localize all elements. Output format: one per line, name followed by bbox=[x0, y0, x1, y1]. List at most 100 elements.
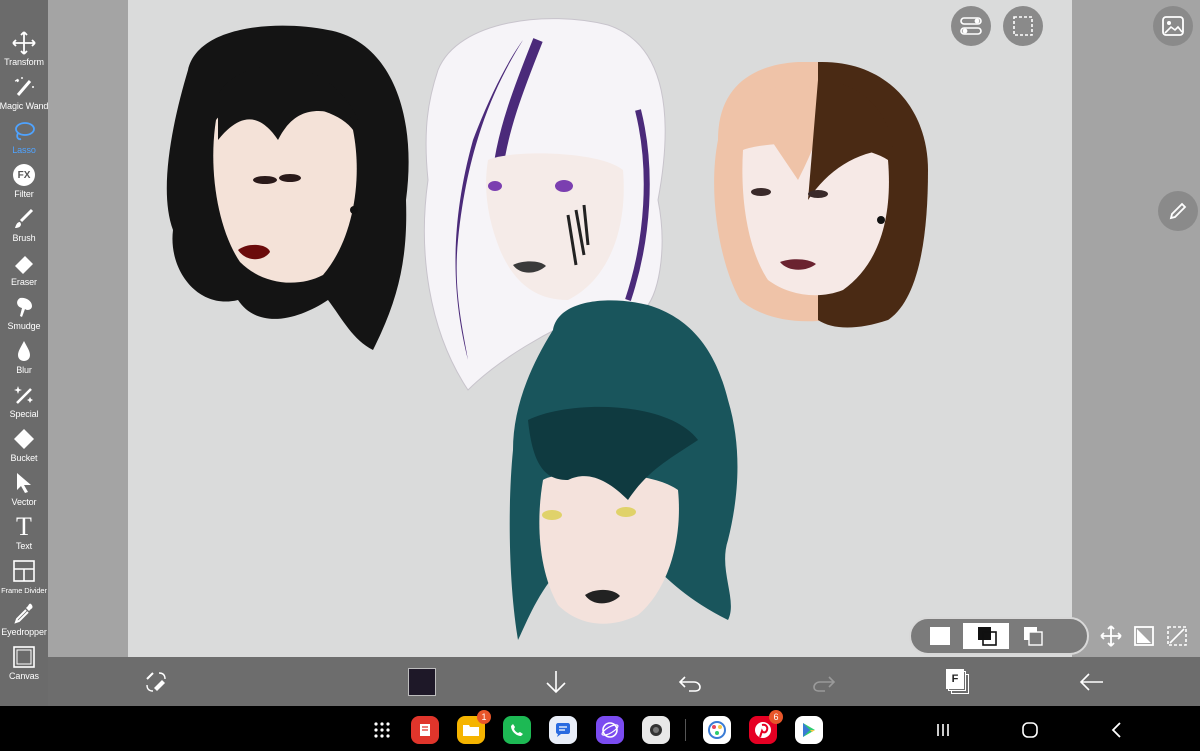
invert-selection-icon bbox=[1134, 626, 1154, 646]
tool-transform[interactable]: Transform bbox=[0, 28, 48, 72]
move-button[interactable] bbox=[1096, 621, 1126, 651]
workspace-margin-right bbox=[1072, 0, 1200, 657]
artwork bbox=[166, 18, 928, 640]
notification-badge: 1 bbox=[477, 710, 491, 724]
tool-text[interactable]: T Text bbox=[0, 512, 48, 556]
home-button[interactable] bbox=[1015, 716, 1045, 744]
tool-brush[interactable]: Brush bbox=[0, 204, 48, 248]
blur-drop-icon bbox=[11, 338, 37, 364]
left-arrow-icon bbox=[1079, 672, 1103, 691]
recent-apps-button[interactable] bbox=[928, 716, 958, 744]
smudge-icon bbox=[11, 294, 37, 320]
app-internet[interactable] bbox=[596, 716, 624, 744]
app-messages[interactable] bbox=[549, 716, 577, 744]
app-my-files[interactable]: 1 bbox=[457, 710, 491, 744]
tool-smudge[interactable]: Smudge bbox=[0, 292, 48, 336]
mode-normal-option[interactable] bbox=[917, 623, 963, 649]
tool-lasso[interactable]: Lasso bbox=[0, 116, 48, 160]
text-t-icon: T bbox=[11, 514, 37, 540]
down-arrow-icon bbox=[546, 670, 566, 693]
download-button[interactable] bbox=[540, 657, 572, 706]
drawing-canvas[interactable] bbox=[128, 0, 1072, 657]
eraser-icon bbox=[11, 250, 37, 276]
white-square-icon bbox=[930, 627, 950, 645]
cursor-arrow-icon bbox=[11, 470, 37, 496]
redo-button[interactable] bbox=[808, 657, 840, 706]
camera-icon bbox=[642, 716, 670, 744]
fx-glyph: FX bbox=[13, 164, 35, 186]
notification-badge: 6 bbox=[769, 710, 783, 724]
tool-label: Special bbox=[9, 409, 39, 419]
mode-subtract-option[interactable] bbox=[1009, 623, 1055, 649]
reference-image-button[interactable] bbox=[1153, 6, 1193, 46]
clear-selection-icon bbox=[1167, 626, 1187, 646]
current-color-button[interactable] bbox=[406, 657, 438, 706]
swap-brush-eraser-icon bbox=[146, 671, 166, 692]
tool-bucket[interactable]: Bucket bbox=[0, 424, 48, 468]
tool-label: Eyedropper bbox=[1, 627, 47, 637]
eyedropper-icon bbox=[11, 600, 37, 626]
undo-button[interactable] bbox=[674, 657, 706, 706]
tool-label: Blur bbox=[16, 365, 32, 375]
app-ibispaint[interactable] bbox=[703, 716, 731, 744]
mode-add-option[interactable] bbox=[963, 623, 1009, 649]
app-drawer-button[interactable] bbox=[367, 716, 397, 744]
messages-icon bbox=[549, 716, 577, 744]
layer-thumbnail-glyph: F bbox=[946, 668, 964, 689]
chevron-left-icon bbox=[1111, 722, 1121, 738]
sparkle-wand-icon bbox=[11, 382, 37, 408]
invert-selection-button[interactable] bbox=[1129, 621, 1159, 651]
undo-icon bbox=[678, 675, 701, 692]
back-button[interactable] bbox=[1076, 657, 1108, 706]
dashed-selection-icon bbox=[1013, 16, 1033, 36]
app-samsung-notes[interactable] bbox=[411, 716, 439, 744]
move-arrows-icon bbox=[11, 30, 37, 56]
tool-label: Smudge bbox=[7, 321, 41, 331]
workspace-margin-left bbox=[48, 0, 128, 657]
app-camera[interactable] bbox=[642, 716, 670, 744]
tool-vector[interactable]: Vector bbox=[0, 468, 48, 512]
app-pinterest[interactable]: 6 bbox=[749, 710, 783, 744]
brush-icon bbox=[11, 206, 37, 232]
swap-tool-button[interactable] bbox=[140, 657, 172, 706]
text-glyph: T bbox=[16, 512, 32, 541]
internet-icon bbox=[596, 716, 624, 744]
app-play-store[interactable] bbox=[795, 716, 823, 744]
tool-label: Text bbox=[15, 541, 33, 551]
tool-canvas[interactable]: Canvas bbox=[0, 642, 48, 686]
tool-frame-divider[interactable]: Frame Divider bbox=[0, 556, 48, 600]
tool-special[interactable]: Special bbox=[0, 380, 48, 424]
notes-icon bbox=[411, 716, 439, 744]
subtract-squares-icon bbox=[1024, 627, 1043, 646]
tool-magic-wand[interactable]: Magic Wand bbox=[0, 72, 48, 116]
tool-label: Brush bbox=[12, 233, 36, 243]
overlap-squares-icon bbox=[978, 627, 997, 646]
ibispaint-app: Transform Magic Wand Lasso FX Filter Bru… bbox=[0, 0, 1200, 751]
tool-label: Lasso bbox=[12, 145, 36, 155]
toggle-settings-button[interactable] bbox=[951, 6, 991, 46]
brush-settings-button[interactable] bbox=[1158, 191, 1198, 231]
color-swatch bbox=[408, 667, 436, 696]
tool-eraser[interactable]: Eraser bbox=[0, 248, 48, 292]
tool-label: Transform bbox=[4, 57, 44, 67]
layers-icon: F bbox=[946, 668, 970, 695]
tool-label: Magic Wand bbox=[0, 101, 49, 111]
taskbar-divider bbox=[685, 719, 686, 741]
app-phone[interactable] bbox=[503, 716, 531, 744]
play-store-icon bbox=[795, 716, 823, 744]
tool-label: Eraser bbox=[11, 277, 37, 287]
tool-filter[interactable]: FX Filter bbox=[0, 160, 48, 204]
tool-eyedropper[interactable]: Eyedropper bbox=[0, 598, 48, 642]
toggle-switches-icon bbox=[960, 17, 982, 35]
recent-apps-icon bbox=[937, 724, 949, 736]
clear-selection-button[interactable] bbox=[1162, 621, 1192, 651]
canvas-icon bbox=[11, 644, 37, 670]
layers-button[interactable]: F bbox=[942, 657, 974, 706]
drawing-black-hair-head bbox=[166, 25, 409, 351]
redo-icon bbox=[813, 675, 836, 692]
selection-button[interactable] bbox=[1003, 6, 1043, 46]
magic-wand-icon bbox=[11, 74, 37, 100]
tool-label: Canvas bbox=[9, 671, 39, 681]
system-back-button[interactable] bbox=[1102, 716, 1132, 744]
tool-blur[interactable]: Blur bbox=[0, 336, 48, 380]
